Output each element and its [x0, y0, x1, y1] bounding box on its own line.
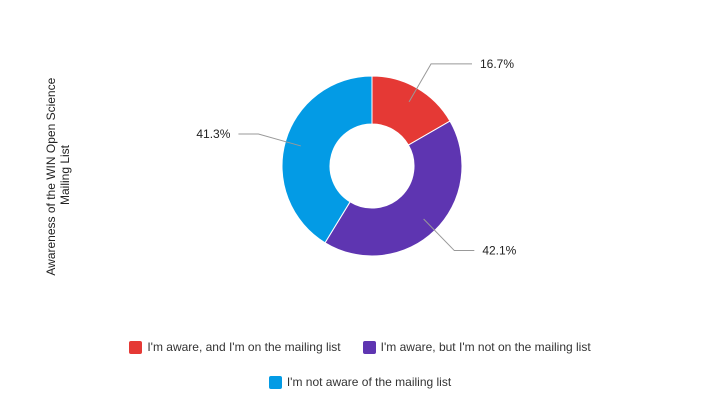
y-axis-label: Awareness of the WIN Open Science Mailin…	[44, 74, 72, 275]
legend-label: I'm aware, and I'm on the mailing list	[147, 340, 341, 354]
data-label: 41.3%	[196, 127, 230, 141]
legend-row-1: I'm aware, and I'm on the mailing list I…	[0, 340, 720, 354]
legend-label: I'm not aware of the mailing list	[286, 375, 452, 389]
data-label: 42.1%	[482, 244, 516, 258]
legend-swatch-blue	[268, 375, 282, 389]
legend-swatch-purple	[362, 340, 376, 354]
data-label: 16.7%	[480, 57, 514, 71]
legend-item-aware-not-on-list[interactable]: I'm aware, but I'm not on the mailing li…	[362, 340, 591, 354]
legend-label: I'm aware, but I'm not on the mailing li…	[380, 340, 591, 354]
slice-aware-not-on-list[interactable]	[324, 120, 463, 257]
legend-item-aware-on-list[interactable]: I'm aware, and I'm on the mailing list	[129, 340, 341, 354]
slices-group	[281, 75, 463, 257]
legend-item-not-aware[interactable]: I'm not aware of the mailing list	[268, 375, 452, 389]
legend-swatch-red	[129, 340, 143, 354]
y-axis-label-line-1: Awareness of the WIN Open Science	[44, 77, 58, 275]
legend-row-2: I'm not aware of the mailing list	[0, 375, 720, 389]
y-axis-label-line-2: Mailing List	[58, 144, 72, 205]
